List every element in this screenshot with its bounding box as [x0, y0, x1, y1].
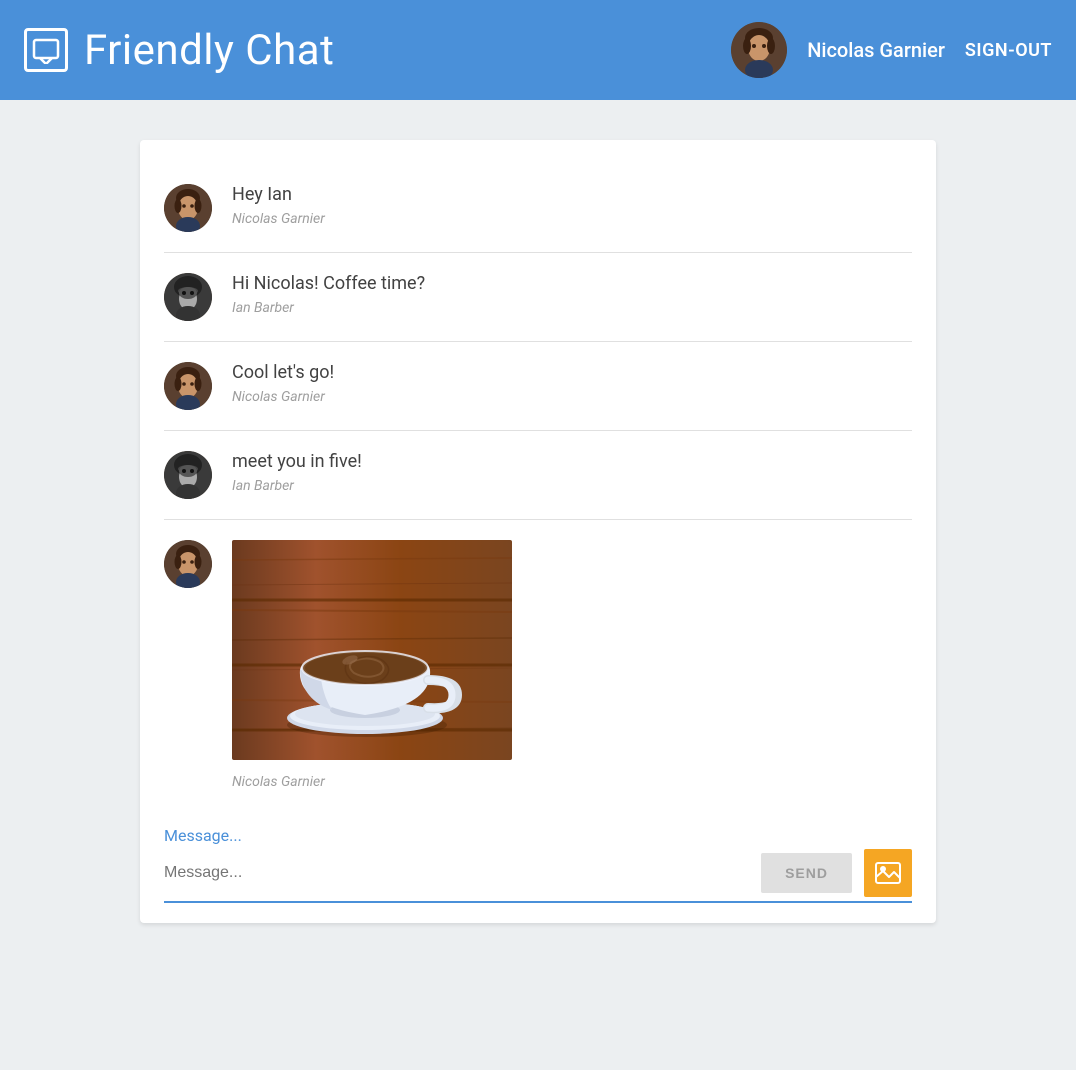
- message-author: Nicolas Garnier: [232, 211, 912, 227]
- user-avatar: [731, 22, 787, 78]
- message-author: Ian Barber: [232, 478, 912, 494]
- message-text: Cool let's go!: [232, 362, 912, 383]
- header-right: Nicolas Garnier SIGN-OUT: [731, 22, 1052, 78]
- avatar-ian: [164, 273, 212, 321]
- app-header: Friendly Chat Nicolas Garnier SIGN-OUT: [0, 0, 1076, 100]
- app-logo-icon: [24, 28, 68, 72]
- avatar-nicolas: [164, 540, 212, 588]
- message-author: Ian Barber: [232, 300, 912, 316]
- messages-list: Hey Ian Nicolas Garnier: [140, 164, 936, 810]
- message-text: Hey Ian: [232, 184, 912, 205]
- image-upload-button[interactable]: [864, 849, 912, 897]
- message-content: Hey Ian Nicolas Garnier: [232, 184, 912, 227]
- message-author: Nicolas Garnier: [232, 389, 912, 405]
- message-label: Message...: [164, 826, 912, 845]
- header-username: Nicolas Garnier: [807, 38, 945, 62]
- app-title: Friendly Chat: [84, 26, 334, 75]
- input-area: Message... SEND: [140, 810, 936, 923]
- message-content: Cool let's go! Nicolas Garnier: [232, 362, 912, 405]
- avatar-nicolas: [164, 184, 212, 232]
- message-input[interactable]: [164, 860, 749, 886]
- signout-button[interactable]: SIGN-OUT: [965, 40, 1052, 61]
- message-item: Nicolas Garnier: [164, 520, 912, 810]
- avatar-nicolas: [164, 362, 212, 410]
- message-author: Nicolas Garnier: [232, 774, 912, 790]
- avatar-ian: [164, 451, 212, 499]
- message-content: meet you in five! Ian Barber: [232, 451, 912, 494]
- input-row: SEND: [164, 849, 912, 903]
- header-left: Friendly Chat: [24, 26, 334, 75]
- coffee-image: [232, 540, 512, 760]
- message-item: Hey Ian Nicolas Garnier: [164, 164, 912, 253]
- main-content: Hey Ian Nicolas Garnier: [0, 100, 1076, 963]
- message-text: meet you in five!: [232, 451, 912, 472]
- message-text: Hi Nicolas! Coffee time?: [232, 273, 912, 294]
- message-item: Hi Nicolas! Coffee time? Ian Barber: [164, 253, 912, 342]
- message-content: Nicolas Garnier: [232, 540, 912, 790]
- message-item: Cool let's go! Nicolas Garnier: [164, 342, 912, 431]
- send-button[interactable]: SEND: [761, 853, 852, 893]
- message-content: Hi Nicolas! Coffee time? Ian Barber: [232, 273, 912, 316]
- message-item: meet you in five! Ian Barber: [164, 431, 912, 520]
- chat-card: Hey Ian Nicolas Garnier: [140, 140, 936, 923]
